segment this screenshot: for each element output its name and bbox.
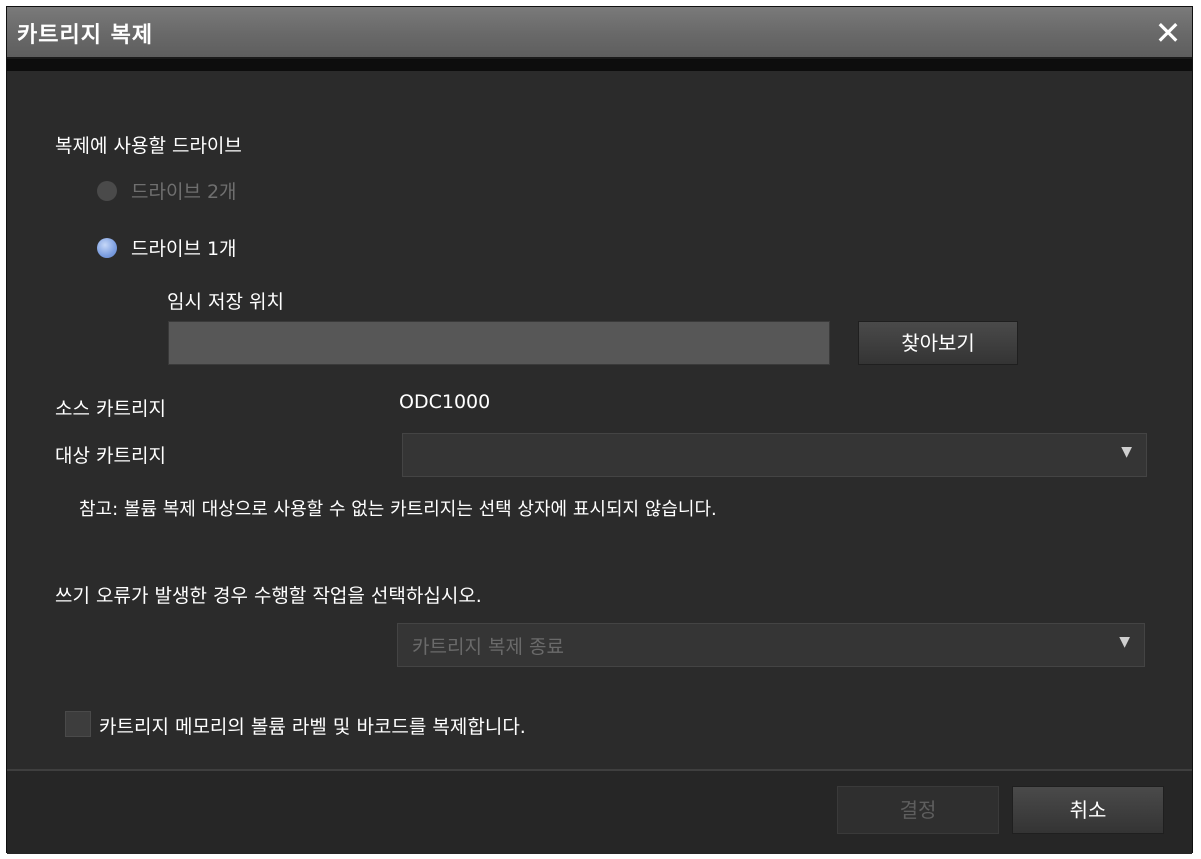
radio-one-drive[interactable] xyxy=(97,238,117,258)
temp-location-label: 임시 저장 위치 xyxy=(167,291,284,313)
drive-section-label: 복제에 사용할 드라이브 xyxy=(55,135,242,157)
cartridge-copy-dialog: 카트리지 복제 ✕ 복제에 사용할 드라이브 드라이브 2개 드라이브 1개 임… xyxy=(6,6,1193,854)
ok-button[interactable]: 결정 xyxy=(837,786,999,834)
radio-two-drives[interactable] xyxy=(97,181,117,201)
source-cartridge-label: 소스 카트리지 xyxy=(55,398,166,420)
title-bar: 카트리지 복제 ✕ xyxy=(7,7,1192,59)
option-one-drive-label: 드라이브 1개 xyxy=(131,238,237,260)
dialog-content: 복제에 사용할 드라이브 드라이브 2개 드라이브 1개 임시 저장 위치 찾아… xyxy=(7,71,1192,769)
target-cartridge-label: 대상 카트리지 xyxy=(55,445,166,467)
error-action-label: 쓰기 오류가 발생한 경우 수행할 작업을 선택하십시오. xyxy=(55,585,482,607)
target-cartridge-select[interactable]: ▼ xyxy=(402,433,1147,477)
option-two-drives-label: 드라이브 2개 xyxy=(131,181,237,203)
cancel-button[interactable]: 취소 xyxy=(1012,786,1164,834)
dialog-footer: 결정 취소 xyxy=(7,771,1192,854)
dropdown-arrow-icon: ▼ xyxy=(1121,444,1132,460)
error-action-select[interactable]: 카트리지 복제 종료 ▼ xyxy=(397,623,1145,667)
copy-label-checkbox[interactable] xyxy=(65,711,91,737)
frame-border xyxy=(7,59,1192,71)
browse-button[interactable]: 찾아보기 xyxy=(858,321,1018,365)
close-icon[interactable]: ✕ xyxy=(1150,15,1186,51)
source-cartridge-value: ODC1000 xyxy=(399,391,491,413)
note-text: 참고: 볼륨 복제 대상으로 사용할 수 없는 카트리지는 선택 상자에 표시되… xyxy=(79,499,717,520)
error-action-value: 카트리지 복제 종료 xyxy=(412,636,564,658)
copy-label-checkbox-label: 카트리지 메모리의 볼륨 라벨 및 바코드를 복제합니다. xyxy=(99,716,526,738)
dialog-title: 카트리지 복제 xyxy=(17,23,154,48)
temp-location-input[interactable] xyxy=(168,321,830,365)
dropdown-arrow-icon: ▼ xyxy=(1119,634,1130,650)
